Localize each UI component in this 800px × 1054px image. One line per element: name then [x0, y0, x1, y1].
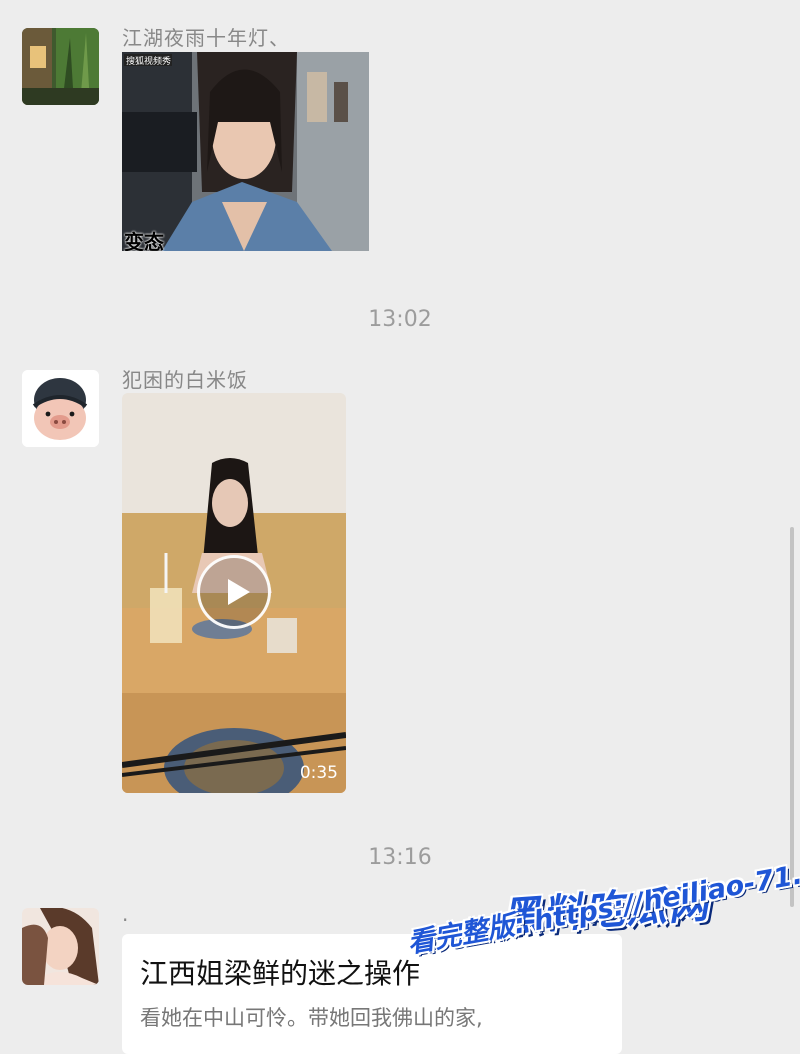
image-caption: 变态: [124, 230, 164, 251]
link-card-description: 看她在中山可怜。带她回我佛山的家,: [140, 1006, 483, 1030]
image-tag: 搜狐视频秀: [126, 57, 172, 67]
video-message[interactable]: 0:35: [122, 393, 346, 793]
sender-name: .: [122, 902, 130, 926]
avatar[interactable]: [22, 908, 99, 985]
video-duration: 0:35: [299, 763, 338, 783]
link-card[interactable]: 江西姐梁鲜的迷之操作 看她在中山可怜。带她回我佛山的家,: [122, 934, 622, 1054]
scrollbar[interactable]: [790, 527, 794, 907]
timestamp: 13:02: [368, 307, 432, 332]
play-icon[interactable]: [197, 555, 271, 629]
timestamp: 13:16: [368, 845, 432, 870]
sender-name: 犯困的白米饭: [122, 368, 248, 392]
avatar[interactable]: [22, 28, 99, 105]
sender-name: 江湖夜雨十年灯、: [122, 26, 290, 50]
image-message[interactable]: 搜狐视频秀 变态: [122, 52, 369, 251]
link-card-title: 江西姐梁鲜的迷之操作: [140, 957, 421, 990]
avatar[interactable]: [22, 370, 99, 447]
